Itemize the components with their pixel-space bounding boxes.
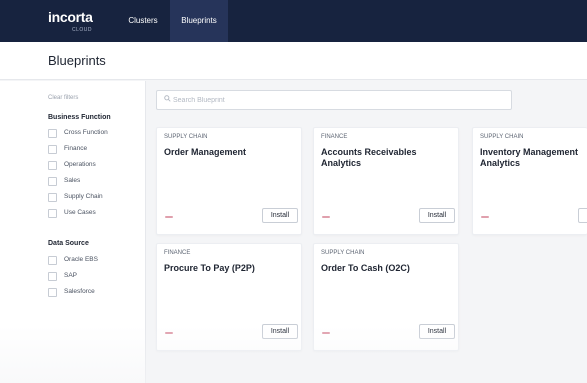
filter-label: SAP: [64, 272, 78, 279]
card-title: Procure To Pay (P2P): [164, 263, 255, 273]
clear-filters-link[interactable]: Clear filters: [48, 95, 78, 101]
brand-mark-icon: [322, 216, 330, 218]
filter-label: Use Cases: [64, 209, 96, 216]
logo-subtitle: CLOUD: [72, 27, 93, 33]
install-button[interactable]: Install: [419, 324, 455, 339]
nav-blueprints[interactable]: Blueprints: [170, 0, 228, 42]
app-root: incorta CLOUD Clusters Blueprints Bluepr…: [0, 0, 587, 383]
card-category: FINANCE: [164, 250, 191, 256]
checkbox[interactable]: [48, 129, 57, 138]
filter-label: Cross Function: [64, 129, 108, 136]
search-input[interactable]: [173, 93, 503, 107]
install-button[interactable]: Install: [578, 208, 587, 223]
card-title: Order Management: [164, 147, 247, 157]
blueprint-card-order-to-cash[interactable]: SUPPLY CHAIN Order To Cash (O2C) Install: [313, 243, 459, 351]
card-category: SUPPLY CHAIN: [480, 134, 524, 140]
card-category: FINANCE: [321, 134, 348, 140]
checkbox[interactable]: [48, 272, 57, 281]
card-title: Order To Cash (O2C): [321, 263, 410, 273]
blueprint-card-inventory-management[interactable]: SUPPLY CHAIN Inventory Management Analyt…: [472, 127, 587, 235]
card-title: Inventory Management Analytics: [480, 147, 579, 168]
nav-clusters[interactable]: Clusters: [122, 0, 164, 42]
install-button[interactable]: Install: [419, 208, 455, 223]
incorta-logo[interactable]: incorta: [48, 9, 93, 25]
install-button[interactable]: Install: [262, 208, 298, 223]
blueprint-card-procure-to-pay[interactable]: FINANCE Procure To Pay (P2P) Install: [156, 243, 302, 351]
install-button[interactable]: Install: [262, 324, 298, 339]
brand-mark-icon: [165, 216, 173, 218]
checkbox[interactable]: [48, 145, 57, 154]
search-box[interactable]: [156, 90, 512, 110]
brand-mark-icon: [322, 332, 330, 334]
checkbox[interactable]: [48, 161, 57, 170]
brand-mark-icon: [165, 332, 173, 334]
filter-label: Operations: [64, 161, 96, 168]
checkbox[interactable]: [48, 193, 57, 202]
card-category: SUPPLY CHAIN: [164, 134, 208, 140]
top-navigation-bar: incorta CLOUD Clusters Blueprints: [0, 0, 587, 42]
filter-label: Oracle EBS: [64, 256, 98, 263]
card-title: Accounts Receivables Analytics: [321, 147, 417, 168]
filters-sidebar: [0, 81, 146, 383]
page-title: Blueprints: [48, 53, 106, 68]
checkbox[interactable]: [48, 288, 57, 297]
page-header: Blueprints: [0, 42, 587, 80]
blueprint-card-accounts-receivables[interactable]: FINANCE Accounts Receivables Analytics I…: [313, 127, 459, 235]
filter-group-business-function: Business Function: [48, 114, 111, 121]
checkbox[interactable]: [48, 177, 57, 186]
blueprint-card-order-management[interactable]: SUPPLY CHAIN Order Management Install: [156, 127, 302, 235]
checkbox[interactable]: [48, 209, 57, 218]
card-category: SUPPLY CHAIN: [321, 250, 365, 256]
filter-label: Sales: [64, 177, 81, 184]
search-icon: [164, 95, 171, 104]
filter-label: Supply Chain: [64, 193, 103, 200]
checkbox[interactable]: [48, 256, 57, 265]
filter-group-data-source: Data Source: [48, 240, 89, 247]
filter-label: Finance: [64, 145, 88, 152]
filter-label: Salesforce: [64, 288, 95, 295]
brand-mark-icon: [481, 216, 489, 218]
